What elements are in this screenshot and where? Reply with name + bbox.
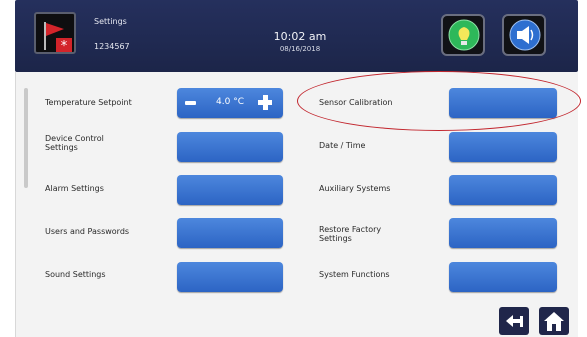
alarm-settings-button[interactable] (177, 175, 283, 205)
label-temperature-setpoint: Temperature Setpoint (45, 98, 132, 107)
label-system-functions: System Functions (319, 270, 390, 279)
label-auxiliary-systems: Auxiliary Systems (319, 184, 391, 193)
date-time-button[interactable] (449, 132, 557, 162)
sound-settings-button[interactable] (177, 262, 283, 292)
auxiliary-systems-button[interactable] (449, 175, 557, 205)
system-functions-button[interactable] (449, 262, 557, 292)
screen-title: Settings (94, 17, 127, 26)
label-users-and-passwords: Users and Passwords (45, 227, 130, 236)
plus-icon (263, 95, 268, 110)
decrease-temperature-button[interactable] (185, 101, 196, 105)
alarm-flag-icon: * (44, 22, 72, 54)
speaker-icon (509, 19, 541, 51)
label-sound-settings: Sound Settings (45, 270, 106, 279)
header-bar: * Settings 1234567 10:02 am 08/16/2018 (15, 0, 578, 72)
light-button[interactable] (441, 14, 485, 56)
temperature-setpoint-control: 4.0 °C (177, 88, 283, 118)
setpoint-value: 4.0 °C (216, 97, 244, 107)
sound-button[interactable] (502, 14, 546, 56)
back-arrow-icon (506, 315, 523, 327)
device-control-settings-button[interactable] (177, 132, 283, 162)
users-and-passwords-button[interactable] (177, 218, 283, 248)
label-device-control-settings: Device Control Settings (45, 134, 104, 152)
label-alarm-settings: Alarm Settings (45, 184, 104, 193)
alarm-flag-button[interactable]: * (34, 12, 76, 54)
label-date-time: Date / Time (319, 141, 366, 150)
device-id: 1234567 (94, 42, 130, 51)
svg-text:*: * (61, 39, 68, 54)
clock-time: 10:02 am (273, 30, 327, 43)
lightbulb-icon (448, 19, 480, 51)
clock-date: 08/16/2018 (279, 45, 321, 53)
home-button[interactable] (539, 307, 569, 335)
back-button[interactable] (499, 307, 529, 335)
restore-factory-settings-button[interactable] (449, 218, 557, 248)
home-icon (544, 312, 564, 331)
scrollbar[interactable] (24, 88, 28, 188)
label-restore-factory-settings: Restore Factory Settings (319, 225, 382, 243)
highlight-ellipse (297, 71, 581, 131)
